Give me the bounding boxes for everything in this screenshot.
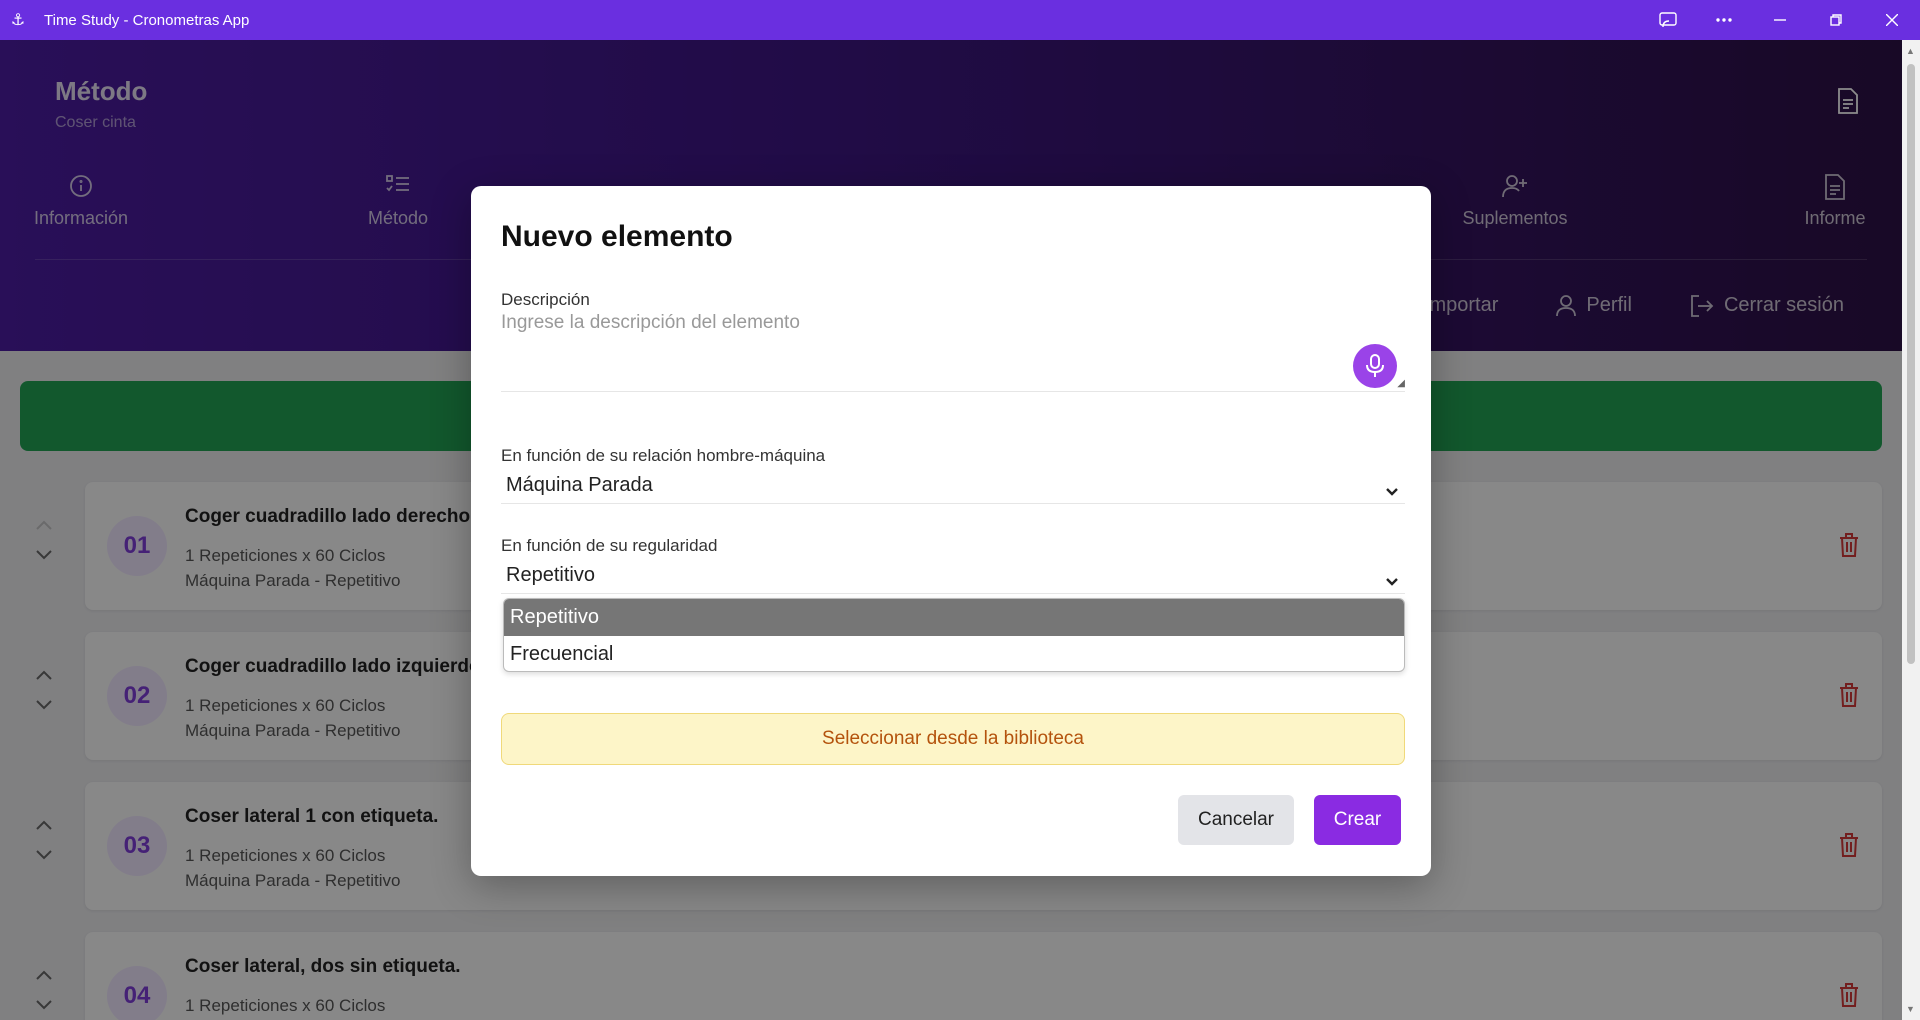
restore-button[interactable]: [1808, 0, 1864, 40]
microphone-icon: [1366, 354, 1384, 377]
resize-handle[interactable]: ◢: [1397, 378, 1405, 389]
app-icon: ⚓: [10, 12, 26, 29]
scroll-down-icon[interactable]: ▼: [1906, 1004, 1915, 1014]
dialog-title: Nuevo elemento: [501, 220, 733, 253]
new-element-dialog: Nuevo elemento Descripción Ingrese la de…: [471, 186, 1431, 876]
regularity-select[interactable]: Repetitivo: [501, 562, 1405, 594]
microphone-button[interactable]: [1353, 344, 1397, 388]
relation-label: En función de su relación hombre-máquina: [501, 446, 826, 465]
chevron-down-icon: [1385, 570, 1399, 593]
close-button[interactable]: [1864, 0, 1920, 40]
minimize-button[interactable]: [1752, 0, 1808, 40]
chevron-down-icon: [1385, 480, 1399, 503]
select-from-library-button[interactable]: Seleccionar desde la biblioteca: [501, 713, 1405, 765]
regularity-label: En función de su regularidad: [501, 536, 718, 555]
scrollbar-thumb[interactable]: [1907, 64, 1915, 664]
title-bar: ⚓ Time Study - Cronometras App: [0, 0, 1920, 40]
option-frecuencial[interactable]: Frecuencial: [504, 636, 1404, 671]
option-repetitivo[interactable]: Repetitivo: [504, 599, 1404, 636]
regularity-value: Repetitivo: [506, 564, 595, 586]
regularity-dropdown: Repetitivo Frecuencial: [503, 598, 1405, 672]
window-title: Time Study - Cronometras App: [44, 11, 250, 29]
more-icon[interactable]: [1696, 0, 1752, 40]
cancel-button[interactable]: Cancelar: [1178, 795, 1294, 845]
scroll-up-icon[interactable]: ▲: [1906, 46, 1915, 56]
relation-value: Máquina Parada: [506, 474, 653, 496]
cast-icon[interactable]: [1640, 0, 1696, 40]
description-placeholder: Ingrese la descripción del elemento: [501, 312, 800, 333]
description-field[interactable]: Ingrese la descripción del elemento ◢: [501, 312, 1405, 392]
create-button[interactable]: Crear: [1314, 795, 1401, 845]
relation-select[interactable]: Máquina Parada: [501, 472, 1405, 504]
scrollbar[interactable]: ▲ ▼: [1902, 40, 1920, 1020]
description-label: Descripción: [501, 290, 590, 309]
